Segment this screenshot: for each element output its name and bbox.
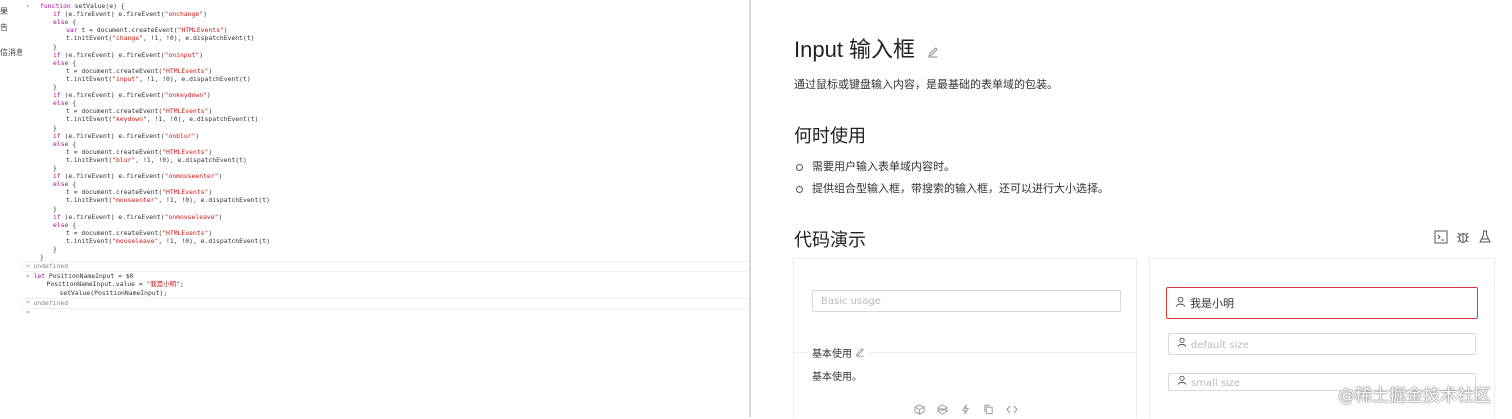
console-line: t.initEvent("keydown", !1, !0), e.dispat… — [66, 115, 259, 124]
codesandbox-icon[interactable] — [914, 400, 925, 419]
console-line: if (e.fireEvent) e.fireEvent("onkeydown"… — [53, 91, 211, 100]
console-line: t.initEvent("mouseleave", !1, !0), e.dis… — [66, 236, 270, 245]
demo-meta-desc: 基本使用。 — [812, 372, 862, 383]
watermark: @稀土掘金技术社区 — [1338, 386, 1491, 406]
list-item: 需要用户输入表单域内容时。 — [796, 158, 955, 174]
user-icon — [1177, 374, 1187, 392]
console-line: else { — [53, 180, 77, 189]
console-line: t = document.createEvent("HTMLEvents") — [66, 228, 213, 237]
console-line: t = document.createEvent("HTMLEvents") — [66, 147, 213, 156]
sidebar-label[interactable]: 果 — [0, 6, 8, 17]
input-placeholder: default size — [1191, 340, 1249, 351]
console-line: } — [53, 245, 57, 253]
result-icon: < — [26, 261, 30, 270]
page-title-text: Input 输入框 — [794, 37, 916, 62]
lightning-icon[interactable] — [960, 400, 971, 419]
list-item-text: 需要用户输入表单域内容时。 — [812, 160, 955, 173]
console-separator — [22, 261, 749, 263]
console-line: if (e.fireEvent) e.fireEvent("onmouseent… — [53, 172, 223, 181]
flask-icon[interactable] — [1478, 229, 1492, 248]
console-separator — [22, 271, 749, 273]
console-line: if (e.fireEvent) e.fireEvent("onchange") — [53, 10, 207, 19]
console-line: undefined — [33, 298, 69, 307]
terminal-icon[interactable] — [1434, 229, 1448, 248]
devtools-sidebar: 果 告 信消息 — [0, 0, 24, 417]
console-line: } — [53, 204, 57, 213]
code-expand-icon[interactable] — [1006, 400, 1018, 419]
console-line: t.initEvent("change", !1, !0), e.dispatc… — [66, 34, 255, 43]
console-line: setValue(PositionNameInput); — [59, 288, 168, 297]
prompt-icon: > — [26, 308, 30, 317]
console-line: else { — [53, 99, 77, 108]
console-line: else { — [53, 139, 77, 148]
console-line: } — [53, 42, 57, 51]
console-line: t = document.createEvent("HTMLEvents") — [66, 107, 213, 116]
console-line: if (e.fireEvent) e.fireEvent("onblur") — [53, 131, 200, 140]
section-demo-title: 代码演示 — [794, 230, 866, 251]
basic-usage-input[interactable]: Basic usage — [812, 290, 1121, 312]
user-icon — [1175, 288, 1186, 320]
console-line: if (e.fireEvent) e.fireEvent("oninput") — [53, 50, 204, 59]
prompt-icon: > — [26, 1, 30, 10]
sidebar-label[interactable]: 信消息 — [0, 47, 24, 58]
page-title: Input 输入框 — [794, 32, 939, 64]
result-icon: < — [26, 298, 30, 307]
bullet-icon — [796, 163, 803, 171]
devtools-console[interactable]: > function setValue(e) {if (e.fireEvent) … — [22, 0, 749, 417]
console-line: } — [53, 83, 57, 91]
console-line: t = document.createEvent("HTMLEvents") — [66, 66, 213, 75]
sidebar-label[interactable]: 告 — [0, 22, 8, 33]
console-line: } — [53, 123, 57, 132]
user-icon — [1177, 334, 1187, 356]
console-separator — [22, 307, 749, 309]
console-separator — [22, 297, 749, 299]
console-line: function setValue(e) { — [40, 2, 125, 10]
console-line: t.initEvent("input", !1, !0), e.dispatch… — [66, 74, 251, 83]
list-item-text: 提供组合型输入框，带搜索的输入框，还可以进行大小选择。 — [812, 182, 1109, 195]
console-line: t.initEvent("mouseenter", !1, !0), e.dis… — [66, 196, 270, 205]
console-line: undefined — [33, 262, 69, 271]
console-line: } — [40, 253, 44, 262]
copy-icon[interactable] — [983, 400, 994, 419]
prompt-icon: > — [26, 271, 30, 280]
bug-icon[interactable] — [1456, 229, 1470, 248]
large-size-input[interactable]: 我是小明 — [1166, 287, 1478, 319]
console-line: var t = document.createEvent("HTMLEvents… — [66, 26, 228, 35]
demo-card-basic: Basic usage 基本使用 基本使用。 — [793, 258, 1137, 418]
edit-icon[interactable] — [855, 348, 865, 360]
list-item: 提供组合型输入框，带搜索的输入框，还可以进行大小选择。 — [796, 180, 1109, 196]
input-placeholder: small size — [1191, 378, 1241, 389]
codepen-icon[interactable] — [937, 400, 948, 419]
default-size-input[interactable]: default size — [1168, 333, 1476, 355]
docs-page: Input 输入框 通过鼠标或键盘输入内容，是最基础的表单域的包装。 何时使用 … — [751, 0, 1512, 418]
demo-meta-title: 基本使用 — [808, 345, 870, 360]
bullet-icon — [796, 185, 803, 193]
console-line: else { — [53, 58, 77, 67]
console-line: PositionNameInput.value = "我是小明"; — [46, 280, 184, 289]
console-line: else { — [53, 18, 77, 27]
demo-meta-title-text: 基本使用 — [812, 349, 852, 360]
edit-icon[interactable] — [927, 38, 939, 64]
console-line: else { — [53, 220, 77, 229]
console-line: t = document.createEvent("HTMLEvents") — [66, 188, 213, 197]
input-value: 我是小明 — [1190, 297, 1234, 310]
intro-text: 通过鼠标或键盘输入内容，是最基础的表单域的包装。 — [794, 78, 1058, 91]
console-line: if (e.fireEvent) e.fireEvent("onmouselea… — [53, 212, 223, 221]
section-when-title: 何时使用 — [794, 126, 866, 147]
console-line: } — [53, 164, 57, 172]
console-line: t.initEvent("blur", !1, !0), e.dispatchE… — [66, 155, 247, 164]
